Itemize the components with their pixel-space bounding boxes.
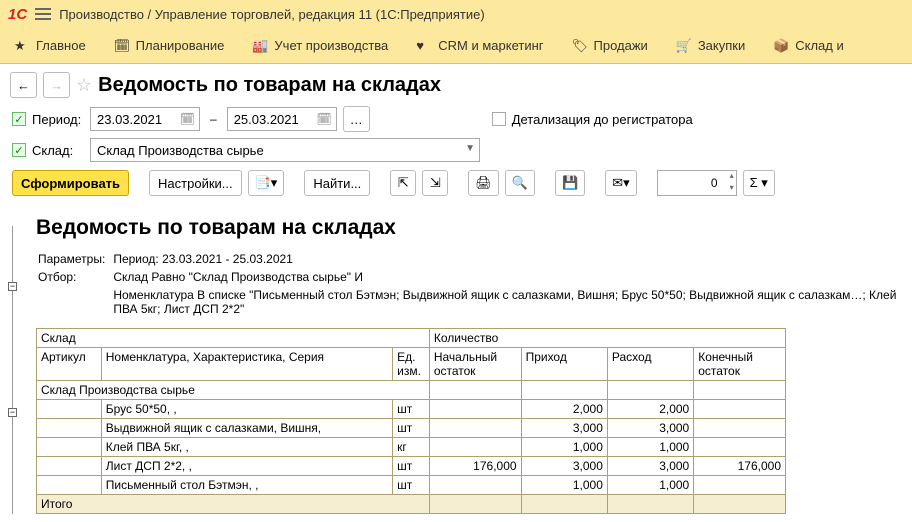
variants-button[interactable]: 📑▾ (248, 170, 285, 196)
save-button[interactable]: 💾 (555, 170, 585, 196)
table-row[interactable]: Клей ПВА 5кг, ,кг1,0001,000 (37, 438, 786, 457)
calendar-icon: 🗓 (114, 38, 130, 54)
nav-row: ← → ☆ Ведомость по товарам на складах (0, 64, 912, 102)
title-bar: 1C Производство / Управление торговлей, … (0, 0, 912, 28)
menu-crm[interactable]: ♥CRM и маркетинг (416, 38, 543, 54)
tag-icon: 🏷 (572, 38, 588, 54)
back-button[interactable]: ← (10, 72, 37, 98)
star-icon: ★ (14, 38, 30, 54)
detail-checkbox[interactable]: ✓ (492, 112, 506, 126)
filters-panel: ✓ Период: 23.03.2021🗓 – 25.03.2021🗓 … ✓ … (0, 102, 912, 166)
calendar-icon[interactable]: 🗓 (180, 112, 195, 126)
report-params: Параметры:Период: 23.03.2021 - 25.03.202… (36, 250, 912, 320)
factory-icon: 🏭 (252, 38, 268, 54)
totals-row: Итого (37, 495, 786, 514)
col-nomenclature: Номенклатура, Характеристика, Серия (101, 348, 392, 381)
sklad-dropdown[interactable]: Склад Производства сырье▼ (90, 138, 480, 162)
col-end: Конечный остаток (694, 348, 786, 381)
page-title: Ведомость по товарам на складах (98, 74, 441, 97)
table-row[interactable]: Лист ДСП 2*2, ,шт176,0003,0003,000176,00… (37, 457, 786, 476)
date-from-input[interactable]: 23.03.2021🗓 (90, 107, 200, 131)
app-logo: 1C (8, 6, 27, 23)
preview-button[interactable]: 🔍 (505, 170, 535, 196)
col-start: Начальный остаток (429, 348, 521, 381)
col-sklad: Склад (37, 329, 430, 348)
table-row[interactable]: Брус 50*50, ,шт2,0002,000 (37, 400, 786, 419)
main-menu: ★Главное 🗓Планирование 🏭Учет производств… (0, 28, 912, 64)
spin-input[interactable]: 0 (657, 170, 737, 196)
favorite-star-icon[interactable]: ☆ (76, 75, 92, 96)
menu-production[interactable]: 🏭Учет производства (252, 38, 388, 54)
collapse-button[interactable]: ⇲ (422, 170, 448, 196)
menu-main[interactable]: ★Главное (14, 38, 86, 54)
sklad-checkbox[interactable]: ✓ (12, 143, 26, 157)
table-row[interactable]: Выдвижной ящик с салазками, Вишня,шт3,00… (37, 419, 786, 438)
generate-button[interactable]: Сформировать (12, 170, 129, 196)
toolbar: Сформировать Настройки... 📑▾ Найти... ⇱ … (0, 166, 912, 204)
hamburger-icon[interactable] (35, 8, 51, 20)
box-icon: 📦 (773, 38, 789, 54)
detail-label: Детализация до регистратора (512, 112, 693, 127)
col-unit: Ед. изм. (393, 348, 430, 381)
tree-collapse-icon[interactable]: − (8, 282, 17, 291)
report-body: − − Ведомость по товарам на складах Пара… (0, 216, 912, 514)
tree-collapse-icon[interactable]: − (8, 408, 17, 417)
col-income: Приход (521, 348, 607, 381)
sum-button[interactable]: Σ ▾ (743, 170, 775, 196)
cart-icon: 🛒 (676, 38, 692, 54)
find-button[interactable]: Найти... (304, 170, 370, 196)
calendar-icon[interactable]: 🗓 (316, 112, 331, 126)
heart-icon: ♥ (416, 38, 432, 54)
app-title: Производство / Управление торговлей, ред… (59, 7, 485, 22)
mail-button[interactable]: ✉▾ (605, 170, 636, 196)
menu-warehouse[interactable]: 📦Склад и (773, 38, 844, 54)
menu-sales[interactable]: 🏷Продажи (572, 38, 648, 54)
sklad-label: Склад: (32, 143, 84, 158)
date-to-input[interactable]: 25.03.2021🗓 (227, 107, 337, 131)
menu-purchases[interactable]: 🛒Закупки (676, 38, 745, 54)
print-button[interactable]: 🖨 (468, 170, 499, 196)
date-select-button[interactable]: … (343, 106, 370, 132)
col-quantity: Количество (429, 329, 785, 348)
date-separator: – (210, 112, 217, 126)
table-row[interactable]: Письменный стол Бэтмэн, ,шт1,0001,000 (37, 476, 786, 495)
settings-button[interactable]: Настройки... (149, 170, 242, 196)
group-row[interactable]: Склад Производства сырье (37, 381, 786, 400)
period-label: Период: (32, 112, 84, 127)
col-outcome: Расход (607, 348, 693, 381)
col-article: Артикул (37, 348, 102, 381)
expand-button[interactable]: ⇱ (390, 170, 416, 196)
report-table: Склад Количество Артикул Номенклатура, Х… (36, 328, 786, 514)
forward-button[interactable]: → (43, 72, 70, 98)
menu-planning[interactable]: 🗓Планирование (114, 38, 225, 54)
chevron-down-icon[interactable]: ▼ (465, 143, 475, 154)
period-checkbox[interactable]: ✓ (12, 112, 26, 126)
report-title: Ведомость по товарам на складах (36, 216, 912, 240)
